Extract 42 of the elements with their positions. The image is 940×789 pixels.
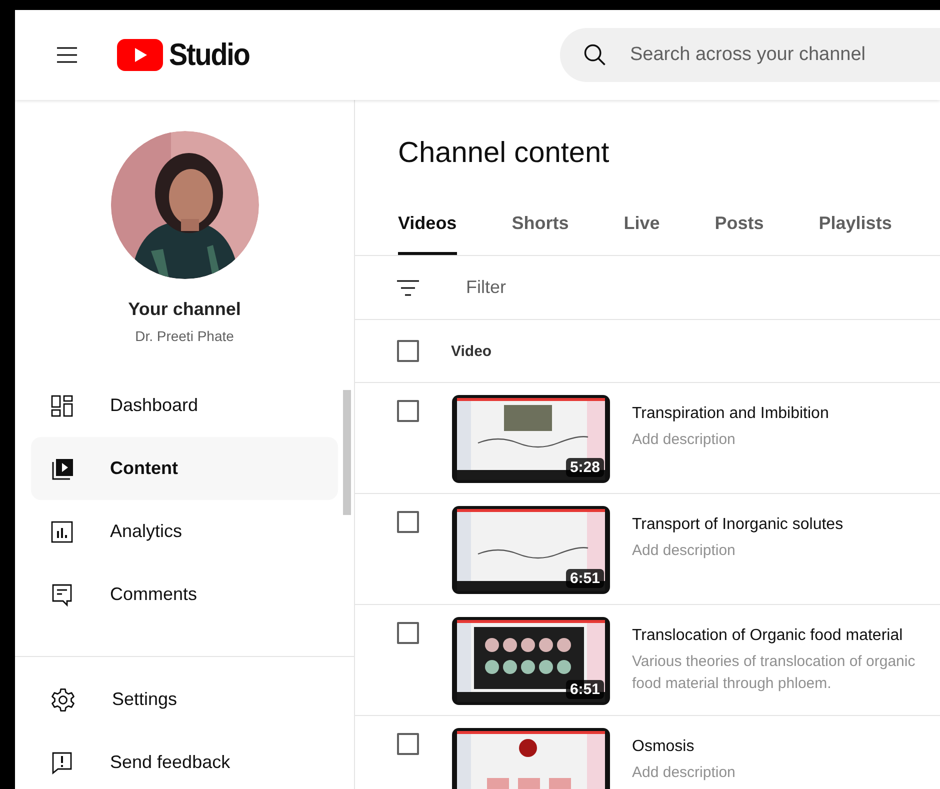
channel-title: Your channel bbox=[128, 299, 241, 320]
search-icon bbox=[582, 42, 608, 68]
feedback-icon bbox=[50, 750, 74, 774]
settings-icon bbox=[50, 686, 76, 712]
nav-item[interactable]: Analytics bbox=[31, 500, 338, 563]
logo-text: Studio bbox=[169, 37, 250, 73]
tab[interactable]: Live bbox=[624, 199, 660, 255]
column-header: Video bbox=[451, 342, 492, 360]
scrollbar[interactable] bbox=[343, 390, 351, 515]
search-field[interactable]: Search across your channel bbox=[560, 28, 940, 82]
video-description: Add description bbox=[632, 763, 736, 783]
tab[interactable]: Posts bbox=[714, 199, 764, 255]
nav-item[interactable]: Send feedback bbox=[31, 731, 338, 789]
tab[interactable]: Playlists bbox=[818, 199, 892, 255]
video-title[interactable]: Transport of Inorganic solutes bbox=[632, 516, 932, 534]
nav-item[interactable]: Dashboard bbox=[31, 374, 338, 437]
checkbox[interactable] bbox=[397, 733, 419, 755]
video-title[interactable]: Translocation of Organic food material bbox=[632, 627, 932, 645]
duration-badge: 6:51 bbox=[566, 680, 604, 699]
tab[interactable]: Videos bbox=[398, 199, 457, 255]
checkbox[interactable] bbox=[397, 511, 419, 533]
nav-item[interactable]: Settings bbox=[31, 668, 338, 731]
duration-badge: 6:51 bbox=[566, 569, 604, 588]
duration-badge: 5:28 bbox=[566, 458, 604, 477]
checkbox[interactable] bbox=[397, 340, 419, 362]
channel-name: Dr. Preeti Phate bbox=[135, 328, 234, 344]
video-description: Add description bbox=[632, 430, 736, 450]
video-title[interactable]: Transpiration and Imbibition bbox=[632, 405, 932, 423]
video-description: Various theories of translocation of organic food material through phloem. bbox=[632, 652, 916, 694]
comment-icon bbox=[50, 582, 74, 606]
video-description: Add description bbox=[632, 541, 736, 561]
tab[interactable]: Shorts bbox=[512, 199, 569, 255]
dashboard-icon bbox=[50, 394, 74, 418]
checkbox[interactable] bbox=[397, 622, 419, 644]
bar-chart-icon bbox=[50, 520, 74, 544]
nav-item[interactable]: Comments bbox=[31, 563, 338, 626]
checkbox[interactable] bbox=[397, 400, 419, 422]
play-logo-icon bbox=[117, 39, 163, 71]
video-library-icon bbox=[50, 456, 74, 480]
page-title: Channel content bbox=[397, 136, 610, 171]
nav-item[interactable]: Content bbox=[31, 437, 338, 500]
video-title[interactable]: Osmosis bbox=[632, 738, 932, 756]
